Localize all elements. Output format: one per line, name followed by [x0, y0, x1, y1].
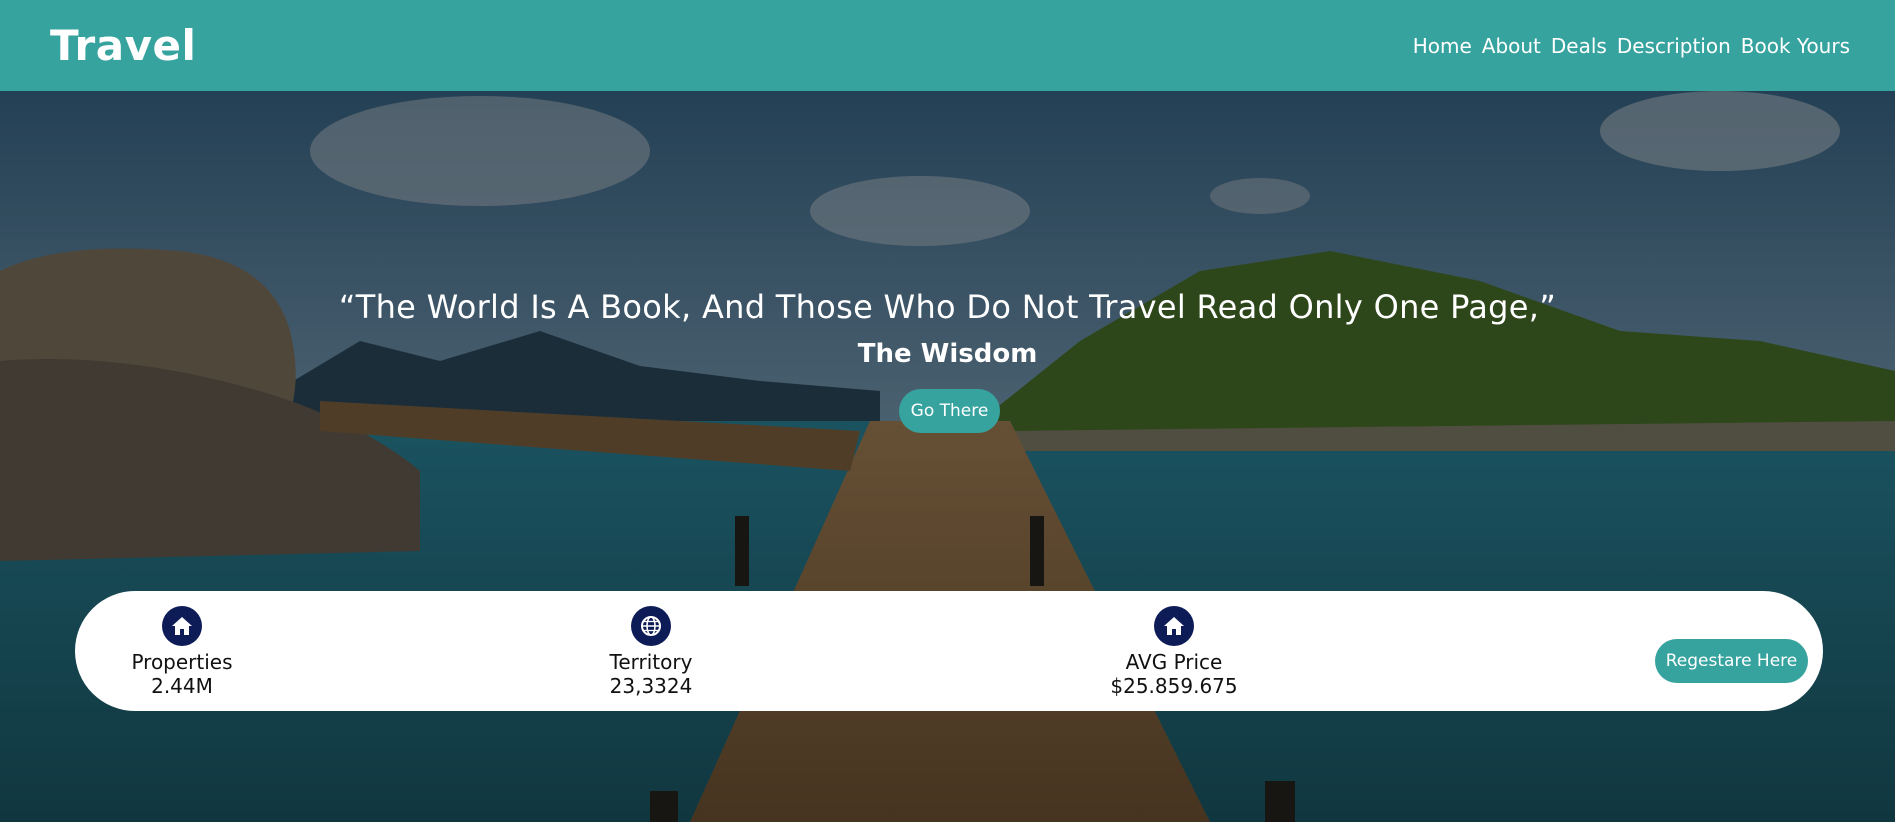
hero-dark-overlay — [0, 91, 1895, 822]
home-icon — [1154, 606, 1194, 646]
stat-properties-value: 2.44M — [151, 674, 213, 698]
nav-description-link[interactable]: Description — [1617, 34, 1731, 58]
stat-properties-label: Properties — [131, 650, 233, 674]
nav-home-link[interactable]: Home — [1413, 34, 1472, 58]
nav-deals-link[interactable]: Deals — [1551, 34, 1607, 58]
stat-territory-label: Territory — [609, 650, 693, 674]
stat-avg-price: AVG Price $25.859.675 — [1074, 606, 1274, 698]
stat-territory: Territory 23,3324 — [551, 606, 751, 698]
site-logo[interactable]: Travel — [50, 21, 196, 70]
stat-properties: Properties 2.44M — [82, 606, 282, 698]
nav-about-link[interactable]: About — [1482, 34, 1541, 58]
home-icon — [162, 606, 202, 646]
register-button[interactable]: Regestare Here — [1655, 639, 1808, 683]
stat-avg-price-label: AVG Price — [1125, 650, 1223, 674]
main-nav: Home About Deals Description Book Yours — [1413, 34, 1850, 58]
nav-book-yours-link[interactable]: Book Yours — [1741, 34, 1850, 58]
go-there-button[interactable]: Go There — [899, 389, 1000, 433]
hero-quote: “The World Is A Book, And Those Who Do N… — [338, 288, 1557, 326]
hero-section: “The World Is A Book, And Those Who Do N… — [0, 91, 1895, 822]
stat-territory-value: 23,3324 — [609, 674, 693, 698]
stat-avg-price-value: $25.859.675 — [1110, 674, 1238, 698]
top-header: Travel Home About Deals Description Book… — [0, 0, 1895, 91]
hero-quote-author: The Wisdom — [857, 339, 1038, 369]
stats-bar: Properties 2.44M Territory 23,3324 AVG P… — [75, 591, 1823, 711]
globe-icon — [631, 606, 671, 646]
